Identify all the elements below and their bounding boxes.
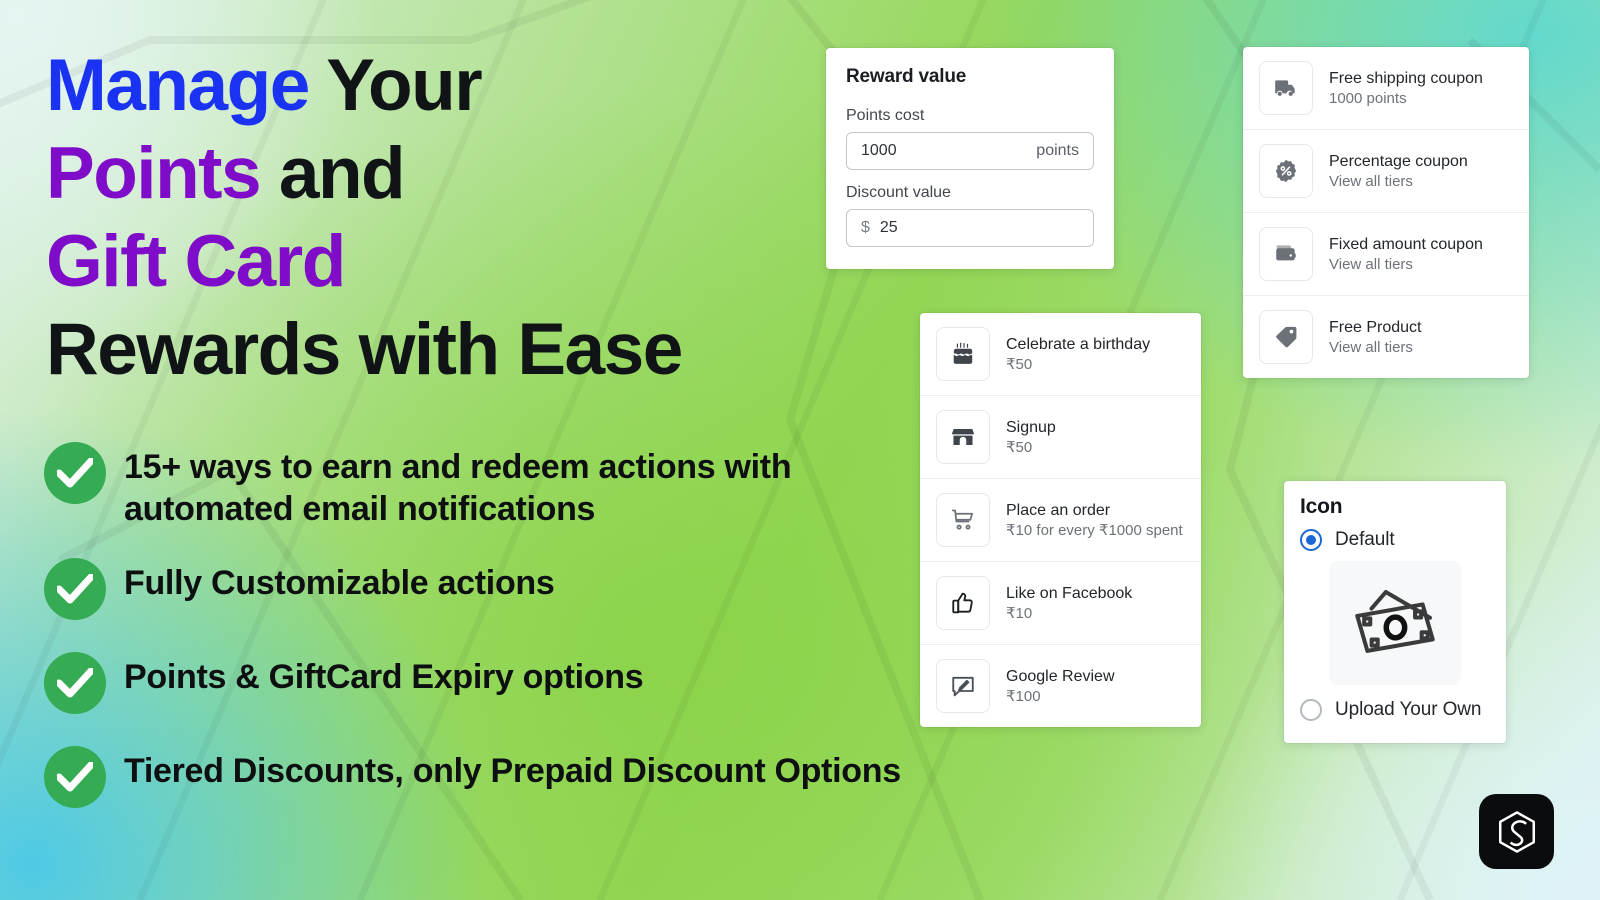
table-row[interactable]: Celebrate a birthday ₹50 bbox=[920, 313, 1201, 395]
table-row[interactable]: Signup ₹50 bbox=[920, 395, 1201, 478]
coupon-list-card: Free shipping coupon 1000 points Percent… bbox=[1243, 47, 1529, 378]
shopping-cart-icon bbox=[936, 493, 990, 547]
list-item: Fully Customizable actions bbox=[44, 556, 924, 620]
radio-button-selected[interactable] bbox=[1300, 529, 1322, 551]
feature-text: Tiered Discounts, only Prepaid Discount … bbox=[124, 752, 901, 790]
table-row[interactable]: Google Review ₹100 bbox=[920, 644, 1201, 727]
table-row[interactable]: Free shipping coupon 1000 points bbox=[1243, 47, 1529, 129]
truck-icon bbox=[1259, 61, 1313, 115]
list-item: 15+ ways to earn and redeem actions with… bbox=[44, 440, 924, 530]
row-title: Google Review bbox=[1006, 667, 1115, 685]
radio-option-default[interactable]: Default bbox=[1300, 529, 1490, 551]
feature-text: Fully Customizable actions bbox=[124, 564, 555, 602]
currency-prefix: $ bbox=[861, 219, 870, 236]
birthday-cake-icon bbox=[936, 327, 990, 381]
icon-preview[interactable] bbox=[1329, 561, 1461, 685]
wallet-icon bbox=[1259, 227, 1313, 281]
row-subtitle: View all tiers bbox=[1329, 172, 1413, 190]
check-icon bbox=[44, 746, 106, 808]
icon-settings-card: Icon Default Upload Your Own bbox=[1284, 481, 1506, 743]
table-row[interactable]: Fixed amount coupon View all tiers bbox=[1243, 212, 1529, 295]
row-subtitle: 1000 points bbox=[1329, 89, 1407, 107]
feature-text: Points & GiftCard Expiry options bbox=[124, 658, 644, 696]
table-row[interactable]: Place an order ₹10 for every ₹1000 spent bbox=[920, 478, 1201, 561]
row-title: Like on Facebook bbox=[1006, 584, 1133, 602]
headline-rest-and: and bbox=[260, 133, 406, 214]
headline-rest-your: Your bbox=[308, 45, 482, 126]
discount-value-amount: 25 bbox=[879, 219, 898, 236]
points-cost-value: 1000 bbox=[861, 142, 897, 159]
headline-accent-giftcard: Gift Card bbox=[46, 221, 346, 302]
row-subtitle: ₹100 bbox=[1006, 687, 1041, 705]
headline-line-3: Gift Card bbox=[46, 218, 876, 306]
discount-value-label: Discount value bbox=[846, 184, 951, 201]
check-icon bbox=[44, 652, 106, 714]
row-title: Percentage coupon bbox=[1329, 152, 1468, 170]
feature-text: 15+ ways to earn and redeem actions with… bbox=[124, 448, 792, 528]
earn-actions-card: Celebrate a birthday ₹50 Signup ₹50 Plac… bbox=[920, 313, 1201, 727]
row-subtitle: ₹10 bbox=[1006, 604, 1033, 622]
reward-value-title: Reward value bbox=[846, 66, 967, 87]
row-title: Celebrate a birthday bbox=[1006, 335, 1151, 353]
points-cost-suffix: points bbox=[1036, 142, 1079, 159]
headline-line-4: Rewards with Ease bbox=[46, 309, 683, 390]
row-title: Free Product bbox=[1329, 318, 1422, 336]
field-spacer bbox=[846, 170, 1094, 184]
discount-value-input[interactable]: $ 25 bbox=[846, 209, 1094, 247]
hexagon-s-logo bbox=[1479, 794, 1554, 869]
row-subtitle: View all tiers bbox=[1329, 338, 1413, 356]
table-row[interactable]: Like on Facebook ₹10 bbox=[920, 561, 1201, 644]
row-title: Place an order bbox=[1006, 501, 1111, 519]
list-item: Points & GiftCard Expiry options bbox=[44, 650, 924, 714]
row-subtitle: View all tiers bbox=[1329, 255, 1413, 273]
headline-accent-points: Points bbox=[46, 133, 262, 214]
percent-badge-icon bbox=[1259, 144, 1313, 198]
check-icon bbox=[44, 558, 106, 620]
row-title: Signup bbox=[1006, 418, 1056, 436]
page-title: Manage Your Points and Gift Card Rewards… bbox=[46, 42, 876, 394]
row-subtitle: ₹10 for every ₹1000 spent bbox=[1006, 521, 1183, 539]
headline-line-1: Manage Your bbox=[46, 42, 876, 130]
radio-option-upload[interactable]: Upload Your Own bbox=[1300, 699, 1490, 721]
icon-card-title: Icon bbox=[1300, 495, 1343, 518]
headline-accent-manage: Manage bbox=[46, 45, 310, 126]
row-subtitle: ₹50 bbox=[1006, 355, 1033, 373]
row-title: Fixed amount coupon bbox=[1329, 235, 1483, 253]
radio-button-unselected[interactable] bbox=[1300, 699, 1322, 721]
thumbs-up-icon bbox=[936, 576, 990, 630]
points-cost-input[interactable]: 1000 points bbox=[846, 132, 1094, 170]
check-icon bbox=[44, 442, 106, 504]
reward-value-card: Reward value Points cost 1000 points Dis… bbox=[826, 48, 1114, 269]
review-icon bbox=[936, 659, 990, 713]
row-subtitle: ₹50 bbox=[1006, 438, 1033, 456]
tag-icon bbox=[1259, 310, 1313, 364]
radio-label-upload: Upload Your Own bbox=[1335, 699, 1482, 720]
feature-list: 15+ ways to earn and redeem actions with… bbox=[44, 440, 924, 834]
radio-label-default: Default bbox=[1335, 529, 1395, 550]
table-row[interactable]: Percentage coupon View all tiers bbox=[1243, 129, 1529, 212]
points-cost-label: Points cost bbox=[846, 107, 925, 124]
row-title: Free shipping coupon bbox=[1329, 69, 1483, 87]
storefront-icon bbox=[936, 410, 990, 464]
banknotes-icon bbox=[1349, 582, 1441, 665]
headline-line-2: Points and bbox=[46, 130, 876, 218]
list-item: Tiered Discounts, only Prepaid Discount … bbox=[44, 744, 924, 808]
table-row[interactable]: Free Product View all tiers bbox=[1243, 295, 1529, 378]
